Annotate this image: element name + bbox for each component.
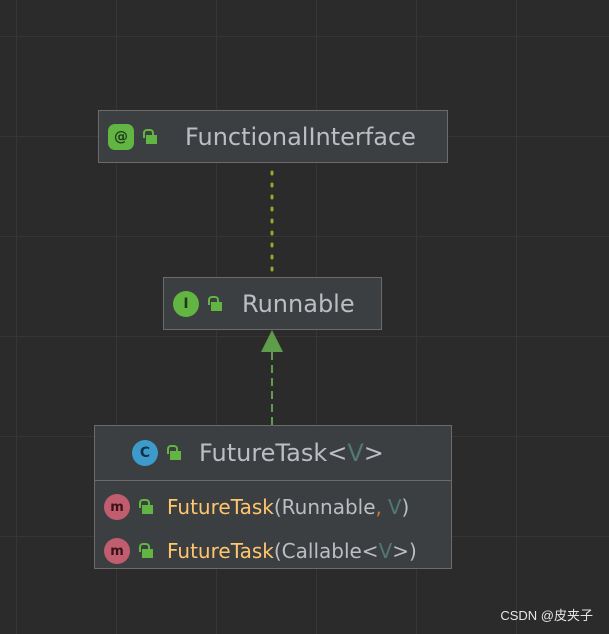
type-parameter: V [378,539,393,563]
class-name: FutureTask [199,439,328,467]
public-access-icon [143,128,157,145]
node-name: FunctionalInterface [185,122,416,151]
constructor-runnable[interactable]: m FutureTask (Runnable, V) [95,485,451,529]
class-icon: C [132,440,158,466]
inheritance-arrowhead [261,330,283,352]
node-future-task[interactable]: C FutureTask<V> m FutureTask (Runnable, V… [94,425,452,569]
type-parameter: V [387,495,402,519]
public-access-icon [208,295,222,312]
param-separator: , [375,495,382,519]
method-name: FutureTask [167,495,274,519]
member-list: m FutureTask (Runnable, V) m FutureTask (… [95,480,451,577]
node-functional-interface[interactable]: @ FunctionalInterface [98,110,448,163]
param-text: ) [401,495,410,519]
param-text: (Callable< [273,539,379,563]
node-name: Runnable [242,289,355,318]
type-parameter: V [347,439,364,467]
public-access-icon [167,445,181,461]
param-text: >) [392,539,417,563]
public-access-icon [139,543,153,559]
watermark: CSDN @皮夹子 [500,608,593,623]
node-runnable[interactable]: I Runnable [163,277,382,330]
method-params: (Runnable, V) [274,495,410,519]
method-params: (Callable<V>) [274,539,417,563]
public-access-icon [139,499,153,515]
param-text: (Runnable [273,495,376,519]
annotation-icon: @ [108,123,134,150]
method-icon: m [104,538,130,564]
method-name: FutureTask [167,539,274,563]
interface-icon: I [173,290,199,317]
constructor-callable[interactable]: m FutureTask (Callable<V>) [95,529,451,573]
method-icon: m [104,494,130,520]
node-name: FutureTask<V> [199,439,384,467]
